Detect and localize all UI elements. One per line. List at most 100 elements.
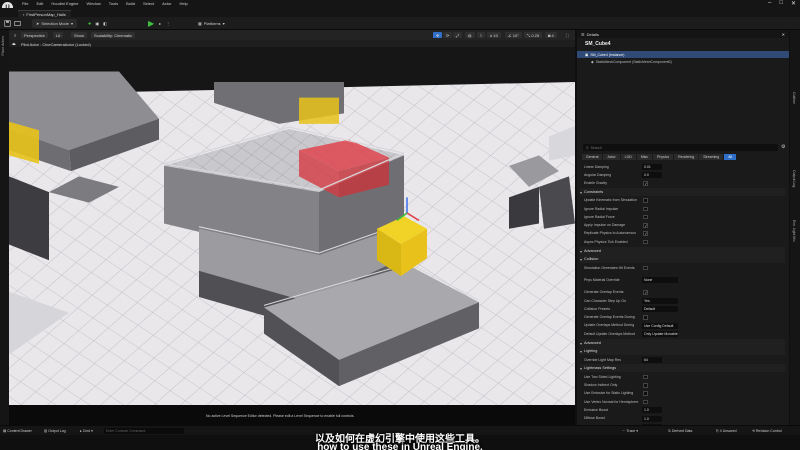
outliner-tab[interactable]: Outliner xyxy=(792,92,796,104)
more-options-icon[interactable]: ⋮ xyxy=(166,21,170,26)
minimize-icon[interactable]: – xyxy=(768,0,771,7)
property-checkbox[interactable] xyxy=(643,223,648,228)
rotate-tool-icon[interactable]: ⟳ xyxy=(443,32,453,38)
scale-snap-button[interactable]: ⤡ 0.25 xyxy=(524,32,543,38)
section-constraints[interactable]: ▾ Constraints xyxy=(580,187,785,196)
section-title: Lighting xyxy=(584,349,598,354)
section-lighting[interactable]: ▾ Lighting xyxy=(580,347,785,356)
property-value-field[interactable]: 64 xyxy=(642,357,662,364)
property-dropdown[interactable]: Default xyxy=(642,306,678,313)
property-checkbox[interactable] xyxy=(643,399,648,405)
surface-snap-icon[interactable]: ⌇ xyxy=(477,32,485,38)
show-button[interactable]: Show xyxy=(71,32,88,38)
menu-help[interactable]: Help xyxy=(175,1,191,6)
actor-icon: ▣ xyxy=(585,52,589,57)
cinematics-icon[interactable]: ◧ xyxy=(103,21,107,26)
property-checkbox[interactable] xyxy=(643,374,648,380)
tab-actor[interactable]: Actor xyxy=(603,154,620,160)
section-collision[interactable]: ▾ Collision xyxy=(580,255,785,264)
scene-render xyxy=(9,40,575,405)
property-value-field[interactable]: 1.0 xyxy=(642,407,662,414)
level-tab[interactable]: ▪ FirstPersonMap_Halls xyxy=(18,10,71,17)
translate-tool-icon[interactable]: ✥ xyxy=(433,32,443,38)
section-lightmass[interactable]: ▾ Lightmass Settings xyxy=(580,364,785,373)
property-checkbox[interactable] xyxy=(643,239,648,245)
blueprint-icon[interactable]: ▣ xyxy=(95,21,99,26)
menu-select[interactable]: Select xyxy=(139,1,158,6)
property-checkbox[interactable] xyxy=(643,265,648,271)
property-checkbox[interactable] xyxy=(643,290,648,295)
selection-mode-dropdown[interactable]: ➤ Selection Mode ▾ xyxy=(32,19,77,28)
level-viewport[interactable]: ≡ Perspective Lit Show Scalability: Cine… xyxy=(9,30,575,425)
play-icon[interactable]: ▶ xyxy=(148,19,154,28)
viewport-menu-icon[interactable]: ≡ xyxy=(11,32,19,38)
property-value-field[interactable]: 0.0 xyxy=(642,172,662,179)
menu-file[interactable]: File xyxy=(18,1,32,6)
property-checkbox[interactable] xyxy=(643,181,648,186)
component-tree-root[interactable]: ▣ SM_Cube4 (Instance) xyxy=(577,51,789,58)
tab-lod[interactable]: LOD xyxy=(620,154,636,160)
add-actor-icon[interactable]: ✚ xyxy=(88,21,91,26)
property-value-field[interactable]: 0.01 xyxy=(642,164,662,170)
property-row: Async Physics Tick Enabled xyxy=(582,238,782,246)
scalability-button[interactable]: Scalability: Cinematic xyxy=(91,32,136,38)
property-dropdown[interactable]: Use Config Default xyxy=(642,322,678,329)
output-log-side-tab[interactable]: Output Log xyxy=(792,170,796,187)
property-checkbox[interactable] xyxy=(643,198,648,203)
close-icon[interactable]: ✕ xyxy=(791,0,796,7)
property-checkbox[interactable] xyxy=(643,214,648,220)
angle-snap-button[interactable]: ∠ 10° xyxy=(505,32,522,38)
maximize-viewport-icon[interactable]: ⛶ xyxy=(563,32,572,38)
tab-physics[interactable]: Physics xyxy=(653,154,674,160)
property-label: Collision Presets xyxy=(584,306,611,311)
tab-misc[interactable]: Misc xyxy=(636,154,653,160)
eject-icon[interactable]: ⏏ xyxy=(12,41,16,46)
env-light-mix-tab[interactable]: Env. Light Mix xyxy=(792,220,796,242)
property-dropdown[interactable]: Yes xyxy=(642,298,678,304)
tab-general[interactable]: General xyxy=(582,154,603,160)
tab-all[interactable]: All xyxy=(724,154,737,160)
details-tab[interactable]: ☰ Details ✕ xyxy=(577,30,789,38)
world-local-icon[interactable]: ◍ xyxy=(465,32,475,38)
property-label: Generate Overlap Events During xyxy=(584,315,635,320)
property-checkbox[interactable] xyxy=(643,231,648,236)
property-row: Enable Gravity xyxy=(582,180,782,188)
section-advanced[interactable]: ▾ Advanced xyxy=(580,246,785,255)
close-icon[interactable]: ✕ xyxy=(782,32,785,37)
property-value-field[interactable]: 1.0 xyxy=(642,415,662,422)
grid-snap-button[interactable]: # 10 xyxy=(487,32,501,38)
save-icon[interactable] xyxy=(4,19,11,28)
menu-tools[interactable]: Tools xyxy=(105,1,122,6)
property-checkbox[interactable] xyxy=(643,206,648,211)
property-label: Async Physics Tick Enabled xyxy=(584,239,628,244)
tab-rendering[interactable]: Rendering xyxy=(674,154,699,160)
lit-button[interactable]: Lit xyxy=(53,32,64,38)
menu-houdini-engine[interactable]: Houdini Engine xyxy=(47,1,82,6)
menu-window[interactable]: Window xyxy=(83,1,105,6)
content-icon[interactable] xyxy=(14,19,21,28)
platforms-label: Platforms xyxy=(203,21,221,26)
section-advanced[interactable]: ▾ Advanced xyxy=(580,338,785,347)
tab-streaming[interactable]: Streaming xyxy=(699,154,724,160)
perspective-button[interactable]: Perspective xyxy=(21,32,48,38)
property-row: Use Two Sided Lighting xyxy=(582,373,782,381)
maximize-icon[interactable]: □ xyxy=(779,0,783,7)
property-dropdown[interactable]: Only Update Movable xyxy=(642,331,678,338)
menu-build[interactable]: Build xyxy=(122,1,139,6)
settings-icon[interactable]: ⚙ xyxy=(781,144,785,150)
camera-speed-button[interactable]: ◙ 4 xyxy=(545,32,557,38)
property-row: Replicate Physics to Autonomous xyxy=(582,230,782,238)
menu-actor[interactable]: Actor xyxy=(158,1,175,6)
property-dropdown[interactable]: None xyxy=(642,277,678,284)
property-checkbox[interactable] xyxy=(643,391,648,396)
property-checkbox[interactable] xyxy=(643,383,648,388)
property-label: Shadow Indirect Only xyxy=(584,383,618,387)
platforms-dropdown[interactable]: ▦ Platforms ▾ xyxy=(198,19,225,28)
place-actors-tab[interactable]: Place Actors xyxy=(1,36,5,55)
play-options-icon[interactable]: ▸ xyxy=(159,21,161,26)
scale-tool-icon[interactable]: ⤢ xyxy=(453,32,463,38)
details-search-input[interactable]: ⚲ Search xyxy=(583,144,778,151)
component-tree-item[interactable]: ◆ StaticMeshComponent (StaticMeshCompone… xyxy=(577,58,789,65)
property-checkbox[interactable] xyxy=(643,315,648,320)
menu-edit[interactable]: Edit xyxy=(32,1,47,6)
